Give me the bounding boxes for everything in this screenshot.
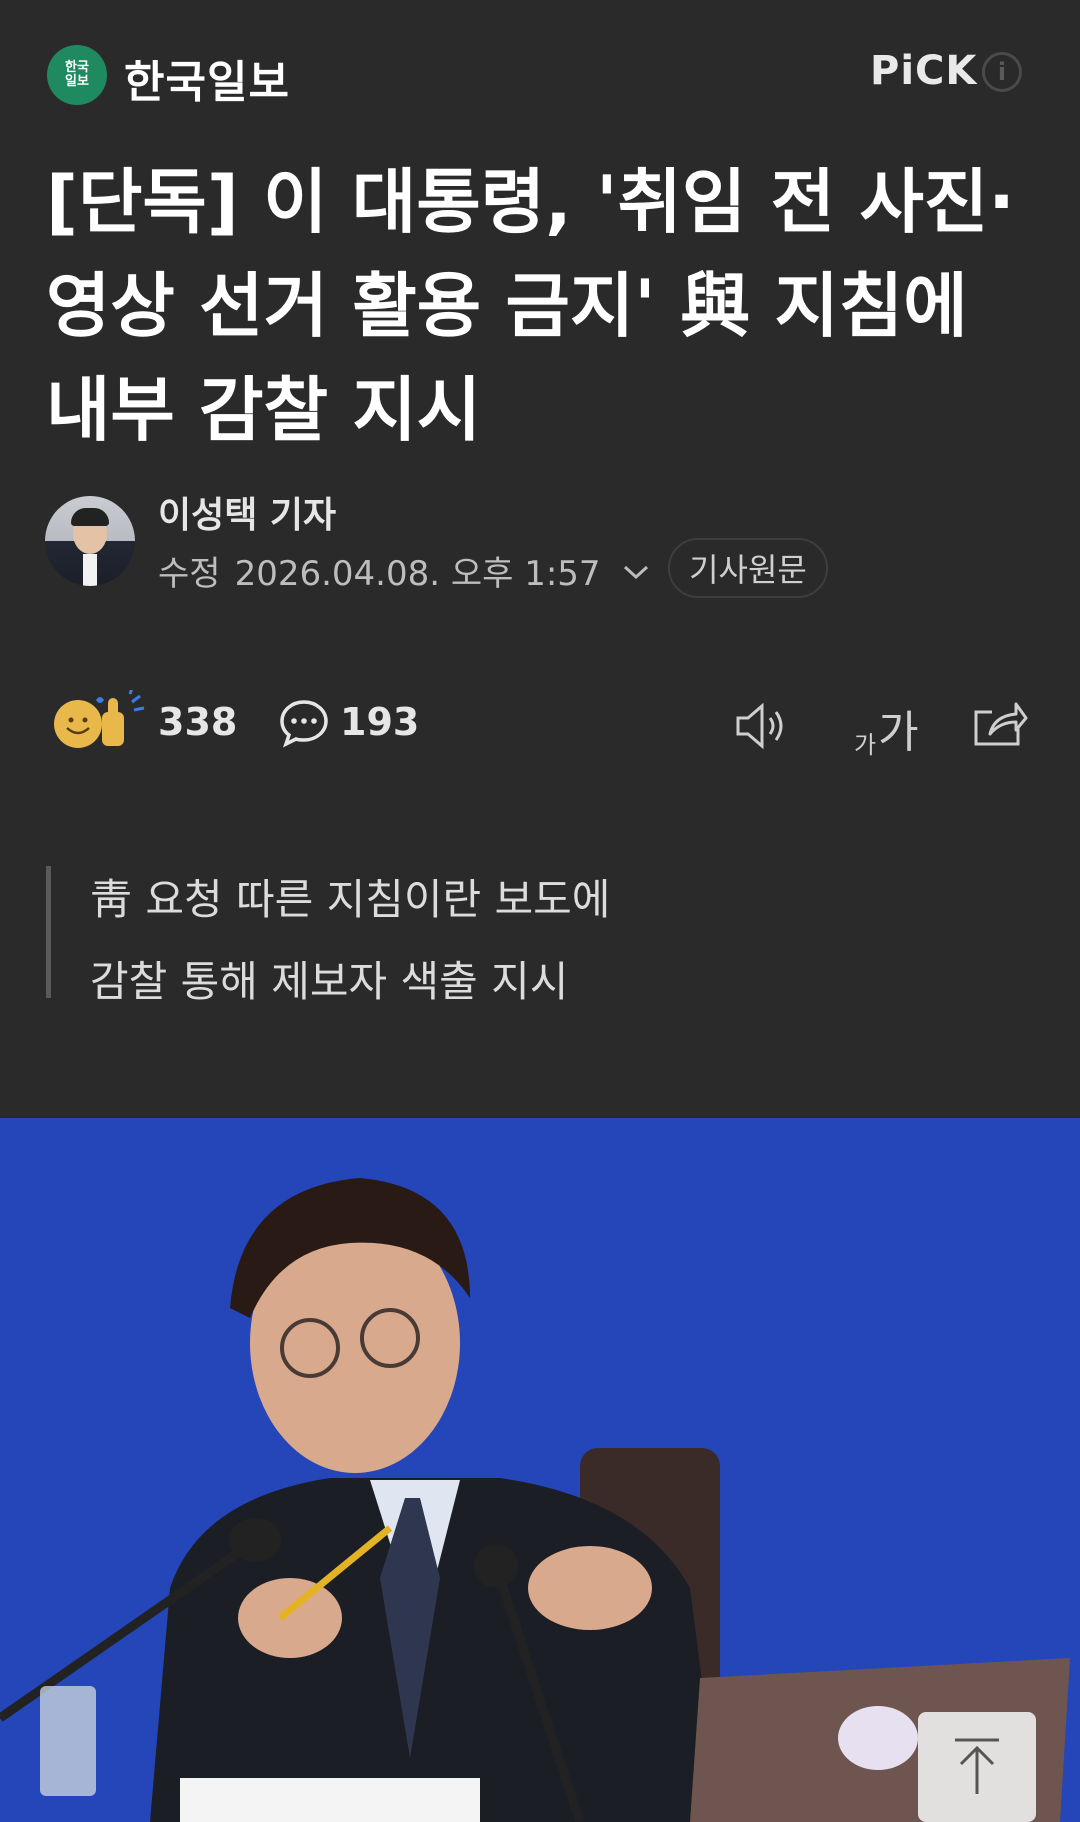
summary-quote-bar xyxy=(46,866,51,998)
article-summary: 靑 요청 따른 지침이란 보도에 감찰 통해 제보자 색출 지시 xyxy=(46,866,1046,1006)
font-size-big-label: 가 xyxy=(878,707,919,758)
date-value: 2026.04.08. 오후 1:57 xyxy=(234,554,601,594)
font-size-button[interactable]: 가 가 xyxy=(854,696,919,760)
press-name[interactable]: 한국일보 xyxy=(124,46,290,110)
like-count: 338 xyxy=(158,700,238,744)
press-logo[interactable]: 한국 일보 xyxy=(47,45,107,105)
arrow-up-icon xyxy=(955,1738,999,1794)
date-label: 수정 xyxy=(158,554,221,594)
summary-line: 감찰 통해 제보자 색출 지시 xyxy=(90,957,569,1006)
press-logo-text: 한국 일보 xyxy=(65,60,89,89)
share-icon[interactable] xyxy=(970,698,1028,752)
chevron-down-icon[interactable] xyxy=(621,551,651,591)
dateline: 수정 2026.04.08. 오후 1:57 xyxy=(158,546,651,595)
font-size-small-label: 가 xyxy=(854,731,877,759)
article-title: [단독] 이 대통령, '취임 전 사진·영상 선거 활용 금지' 與 지침에 … xyxy=(46,161,1015,451)
info-icon[interactable]: i xyxy=(982,52,1022,92)
scroll-to-top-button[interactable] xyxy=(918,1712,1036,1822)
speaker-icon[interactable] xyxy=(734,702,794,754)
article-header: 한국 일보 한국일보 PiCK i xyxy=(0,0,1080,150)
summary-line: 靑 요청 따른 지침이란 보도에 xyxy=(90,875,611,924)
pick-badge: PiCK xyxy=(870,48,978,94)
smile-like-icon[interactable] xyxy=(52,687,150,754)
reaction-bar: 338 193 가 가 xyxy=(0,687,1080,760)
original-article-button[interactable]: 기사원문 xyxy=(668,538,828,598)
comment-icon[interactable] xyxy=(278,698,330,752)
reporter-avatar[interactable] xyxy=(45,496,135,586)
reporter-name[interactable]: 이성택 기자 xyxy=(158,486,336,538)
comment-count: 193 xyxy=(340,700,420,744)
